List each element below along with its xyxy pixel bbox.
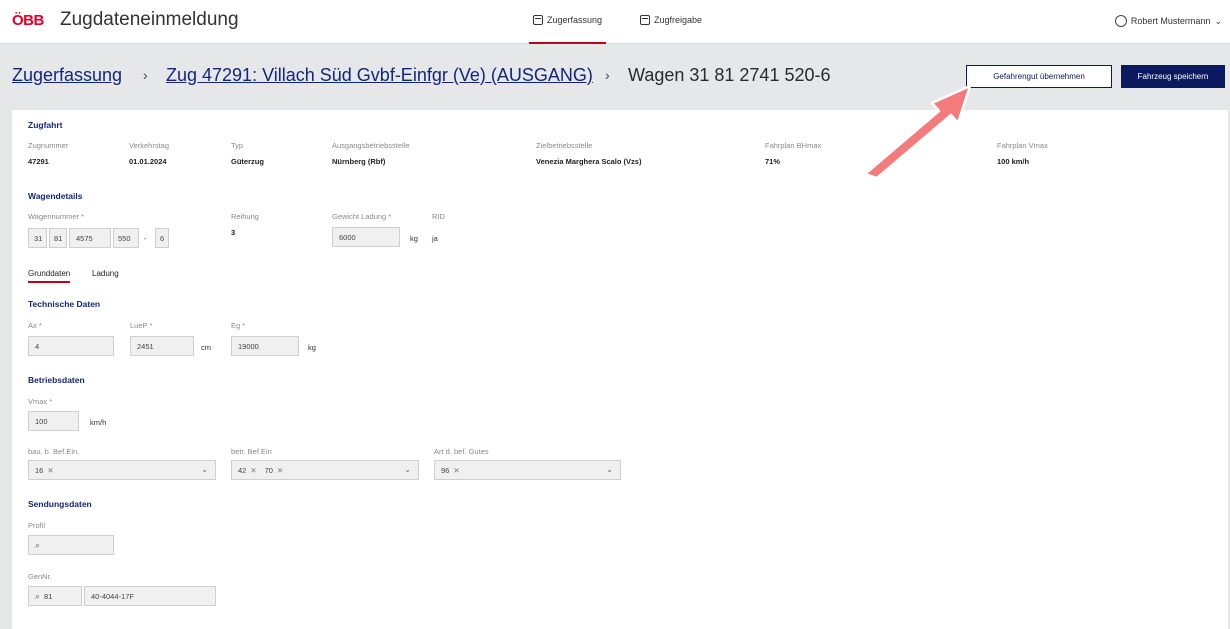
breadcrumb-current: Wagen 31 81 2741 520-6 <box>628 65 831 85</box>
top-bar: ÖBB Zugdateneinmeldung Zugerfassung Zugf… <box>0 0 1230 44</box>
search-icon: ⌕ <box>35 539 41 550</box>
wagennummer-part-3[interactable]: 4575 <box>69 228 111 248</box>
user-icon <box>1114 15 1127 27</box>
value-fahrplan-bhmax: 71% <box>765 157 781 166</box>
label-betr-bef-ein: betr. Bef.Ein <box>231 447 272 456</box>
label-rid: RID <box>432 212 445 221</box>
section-wagendetails: Wagendetails <box>28 191 83 201</box>
breadcrumb-separator: › <box>605 67 610 83</box>
tab-ladung[interactable]: Ladung <box>92 269 119 278</box>
chip-bau-16: 16 ✕ <box>35 465 54 475</box>
chevron-down-icon: ⌄ <box>1214 15 1222 26</box>
chip-art-96: 96 ✕ <box>441 465 460 475</box>
label-typ: Typ <box>231 141 244 150</box>
train-form-icon <box>533 15 543 25</box>
betr-bef-ein-select[interactable]: 42 ✕ 70 ✕ ⌄ <box>231 460 419 480</box>
ax-input[interactable]: 4 <box>28 336 114 356</box>
chip-betr-42: 42 ✕ <box>238 465 257 475</box>
value-typ: Güterzug <box>231 157 264 166</box>
label-bau-bef-ein: bau. b. Bef.Ein. <box>28 447 80 456</box>
value-verkehrstag: 01.01.2024 <box>129 157 167 166</box>
close-icon[interactable]: ✕ <box>453 466 459 475</box>
label-profil: Profil <box>28 521 46 530</box>
chevron-down-icon: ⌄ <box>201 465 208 474</box>
close-icon[interactable]: ✕ <box>277 466 283 475</box>
section-zugfahrt: Zugfahrt <box>28 120 63 130</box>
luep-unit: cm <box>201 343 211 352</box>
label-fahrplan-bhmax: Fahrplan BHmax <box>765 141 822 150</box>
gewicht-ladung-input[interactable]: 6000 <box>332 227 400 247</box>
chevron-down-icon: ⌄ <box>606 465 613 474</box>
value-reihung: 3 <box>231 228 236 237</box>
app-title: Zugdateneinmeldung <box>60 9 239 30</box>
section-betriebsdaten: Betriebsdaten <box>28 375 85 385</box>
label-gewicht-ladung: Gewicht Ladung * <box>332 212 392 221</box>
luep-input[interactable]: 2451 <box>130 336 194 356</box>
bau-bef-ein-select[interactable]: 16 ✕ ⌄ <box>28 460 216 480</box>
nav-zugfreigabe[interactable]: Zugfreigabe <box>640 15 702 25</box>
save-vehicle-button[interactable]: Fahrzeug speichern <box>1121 65 1225 88</box>
nav-zugerfassung-label: Zugerfassung <box>547 15 603 25</box>
label-vmax: Vmax * <box>28 397 53 406</box>
user-name: Robert Mustermann <box>1130 16 1211 26</box>
gennr-input[interactable]: 40-4044-17F <box>84 586 216 606</box>
label-wagennummer: Wagennummer * <box>28 212 84 221</box>
art-bef-gutes-select[interactable]: 96 ✕ ⌄ <box>434 460 621 480</box>
vmax-input[interactable]: 100 <box>28 411 79 431</box>
label-ausgangsbetriebsstelle: Ausgangsbetriebsstelle <box>332 141 410 150</box>
label-gennr: GenNr. <box>28 572 52 581</box>
nav-zugfreigabe-label: Zugfreigabe <box>654 15 703 25</box>
wagennummer-check-digit[interactable]: 6 <box>155 228 169 248</box>
vmax-unit: km/h <box>90 418 107 427</box>
value-rid: ja <box>432 234 438 243</box>
section-sendungsdaten: Sendungsdaten <box>28 499 92 509</box>
search-icon: ⌕ <box>35 590 41 601</box>
label-eg: Eg * <box>231 321 246 330</box>
obb-logo: ÖBB <box>12 12 44 29</box>
tab-grunddaten[interactable]: Grunddaten <box>28 269 71 283</box>
value-zielbetriebsstelle: Venezia Marghera Scalo (Vzs) <box>536 157 642 166</box>
label-zugnummer: Zugnummer <box>28 141 69 150</box>
label-zielbetriebsstelle: Zielbetriebsstelle <box>536 141 593 150</box>
wagennummer-part-1[interactable]: 31 <box>28 228 47 248</box>
label-luep: LueP * <box>130 321 153 330</box>
breadcrumb-separator: › <box>143 67 148 83</box>
label-reihung: Reihung <box>231 212 259 221</box>
label-art-bef-gutes: Art d. bef. Gutes <box>434 447 489 456</box>
chip-betr-70: 70 ✕ <box>264 465 284 475</box>
section-technische-daten: Technische Daten <box>28 299 101 309</box>
user-menu[interactable]: Robert Mustermann ⌄ <box>1114 15 1222 27</box>
close-icon[interactable]: ✕ <box>250 466 256 475</box>
value-ausgangsbetriebsstelle: Nürnberg (Rbf) <box>332 157 386 166</box>
gewicht-ladung-unit: kg <box>410 234 418 243</box>
label-verkehrstag: Verkehrstag <box>129 141 170 150</box>
value-zugnummer: 47291 <box>28 157 49 166</box>
close-icon[interactable]: ✕ <box>47 466 53 475</box>
breadcrumb-train[interactable]: Zug 47291: Villach Süd Gvbf-Einfgr (Ve) … <box>166 65 593 86</box>
chevron-down-icon: ⌄ <box>404 465 411 474</box>
nav-zugerfassung[interactable]: Zugerfassung <box>528 15 607 44</box>
eg-unit: kg <box>308 343 316 352</box>
dangerous-goods-button[interactable]: Gefahrengut übernehmen <box>966 65 1112 88</box>
wagennummer-part-4[interactable]: 550 <box>113 228 139 248</box>
label-ax: Ax * <box>28 321 42 330</box>
profil-search-input[interactable]: ⌕ <box>28 535 114 555</box>
breadcrumb: Zugerfassung › Zug 47291: Villach Süd Gv… <box>0 45 1230 109</box>
wagennummer-part-2[interactable]: 81 <box>49 228 67 248</box>
label-fahrplan-vmax: Fahrplan Vmax <box>997 141 1048 150</box>
wagennummer-dash: - <box>144 234 147 243</box>
eg-input[interactable]: 19000 <box>231 336 299 356</box>
breadcrumb-zugerfassung[interactable]: Zugerfassung <box>12 65 122 86</box>
value-fahrplan-vmax: 100 km/h <box>997 157 1030 166</box>
train-release-icon <box>640 15 650 25</box>
content-panel: Zugfahrt Zugnummer 47291 Verkehrstag 01.… <box>12 110 1228 629</box>
gennr-prefix-input[interactable]: ⌕ 81 <box>28 586 82 606</box>
